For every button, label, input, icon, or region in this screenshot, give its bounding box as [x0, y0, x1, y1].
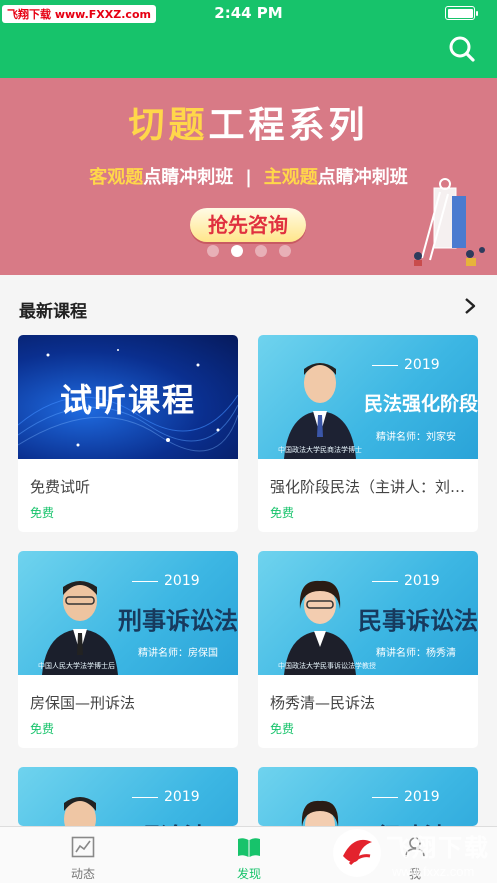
- course-thumbnail: 2019 行政法: [258, 767, 478, 826]
- course-year: 2019: [366, 573, 440, 589]
- course-title: 房保国—刑诉法: [30, 694, 136, 712]
- course-name: 理论法: [136, 817, 208, 826]
- top-bar: 飞翔下载 www.FXXZ.com 2:44 PM: [0, 0, 497, 78]
- course-card[interactable]: 2019 理论法: [18, 767, 238, 826]
- course-name: 民事诉讼法: [358, 607, 478, 635]
- status-time: 2:44 PM: [214, 4, 283, 22]
- chevron-right-icon[interactable]: [463, 297, 477, 315]
- course-name: 行政法: [376, 817, 448, 826]
- course-price: 免费: [30, 722, 55, 736]
- course-price: 免费: [30, 506, 55, 520]
- thumb-text: 试听课程: [59, 381, 196, 419]
- teacher-tag: 精讲名师：杨秀清: [376, 648, 456, 659]
- carousel-dot[interactable]: [255, 245, 267, 257]
- ladder-illustration: [400, 178, 490, 268]
- carousel-dots[interactable]: [205, 244, 295, 258]
- course-price: 免费: [270, 506, 295, 520]
- chart-icon: [71, 835, 95, 859]
- course-card[interactable]: 试听课程 免费试听 免费: [18, 335, 238, 532]
- teacher-photo: [280, 353, 360, 459]
- course-year: 2019: [366, 357, 440, 373]
- teacher-photo: [280, 569, 360, 675]
- fxxz-watermark-logo: 飞翔下载 www.fxxz.com: [330, 826, 490, 881]
- tab-label: 动态: [70, 867, 95, 881]
- book-icon: [237, 835, 261, 859]
- course-year: 2019: [126, 789, 200, 805]
- teacher-credential: 中国人民大学法学博士后: [38, 662, 115, 670]
- carousel-dot[interactable]: [279, 245, 291, 257]
- course-title: 强化阶段民法（主讲人：刘家安）: [270, 478, 470, 496]
- course-card[interactable]: 2019 行政法: [258, 767, 478, 826]
- promo-banner[interactable]: 切题工程系列 客观题点睛冲刺班 | 主观题点睛冲刺班 抢先咨询: [0, 78, 497, 275]
- teacher-photo: [40, 785, 120, 826]
- course-card[interactable]: 2019 民法强化阶段 精讲名师：刘家安 中国政法大学民商法学博士 强化阶段民法…: [258, 335, 478, 532]
- search-icon[interactable]: [447, 34, 477, 64]
- tab-discover[interactable]: 发现: [166, 827, 332, 883]
- course-thumbnail: 2019 刑事诉讼法 精讲名师：房保国 中国人民大学法学博士后: [18, 551, 238, 675]
- svg-text:www.fxxz.com: www.fxxz.com: [391, 864, 474, 879]
- teacher-credential: 中国政法大学民事诉讼法学教授: [278, 662, 376, 670]
- course-thumbnail: 2019 民事诉讼法 精讲名师：杨秀清 中国政法大学民事诉讼法学教授: [258, 551, 478, 675]
- carousel-dot[interactable]: [207, 245, 219, 257]
- course-year: 2019: [366, 789, 440, 805]
- course-card[interactable]: 2019 刑事诉讼法 精讲名师：房保国 中国人民大学法学博士后 房保国—刑诉法 …: [18, 551, 238, 748]
- teacher-tag: 精讲名师：刘家安: [376, 432, 456, 443]
- svg-text:飞翔下载: 飞翔下载: [386, 834, 490, 862]
- course-thumbnail: 2019 民法强化阶段 精讲名师：刘家安 中国政法大学民商法学博士: [258, 335, 478, 459]
- course-card[interactable]: 2019 民事诉讼法 精讲名师：杨秀清 中国政法大学民事诉讼法学教授 杨秀清—民…: [258, 551, 478, 748]
- course-name: 民法强化阶段: [364, 393, 478, 415]
- course-name: 刑事诉讼法: [118, 607, 238, 635]
- course-title: 杨秀清—民诉法: [270, 694, 376, 712]
- tab-label: 发现: [236, 867, 261, 881]
- latest-courses-header[interactable]: 最新课程: [0, 275, 497, 335]
- teacher-photo: [280, 785, 360, 826]
- course-thumbnail: 2019 理论法: [18, 767, 238, 826]
- battery-icon: [445, 6, 478, 20]
- course-price: 免费: [270, 722, 295, 736]
- course-title: 免费试听: [30, 478, 91, 496]
- teacher-photo: [40, 569, 120, 675]
- section-title: 最新课程: [19, 302, 87, 322]
- consult-button[interactable]: 抢先咨询: [190, 208, 306, 242]
- carousel-dot-active[interactable]: [231, 245, 243, 257]
- tab-activity[interactable]: 动态: [0, 827, 166, 883]
- course-thumbnail: 试听课程: [18, 335, 238, 459]
- course-year: 2019: [126, 573, 200, 589]
- banner-title: 切题工程系列: [128, 105, 369, 146]
- teacher-credential: 中国政法大学民商法学博士: [278, 446, 362, 454]
- teacher-tag: 精讲名师：房保国: [138, 648, 218, 659]
- status-bar: 飞翔下载 www.FXXZ.com 2:44 PM: [0, 0, 497, 26]
